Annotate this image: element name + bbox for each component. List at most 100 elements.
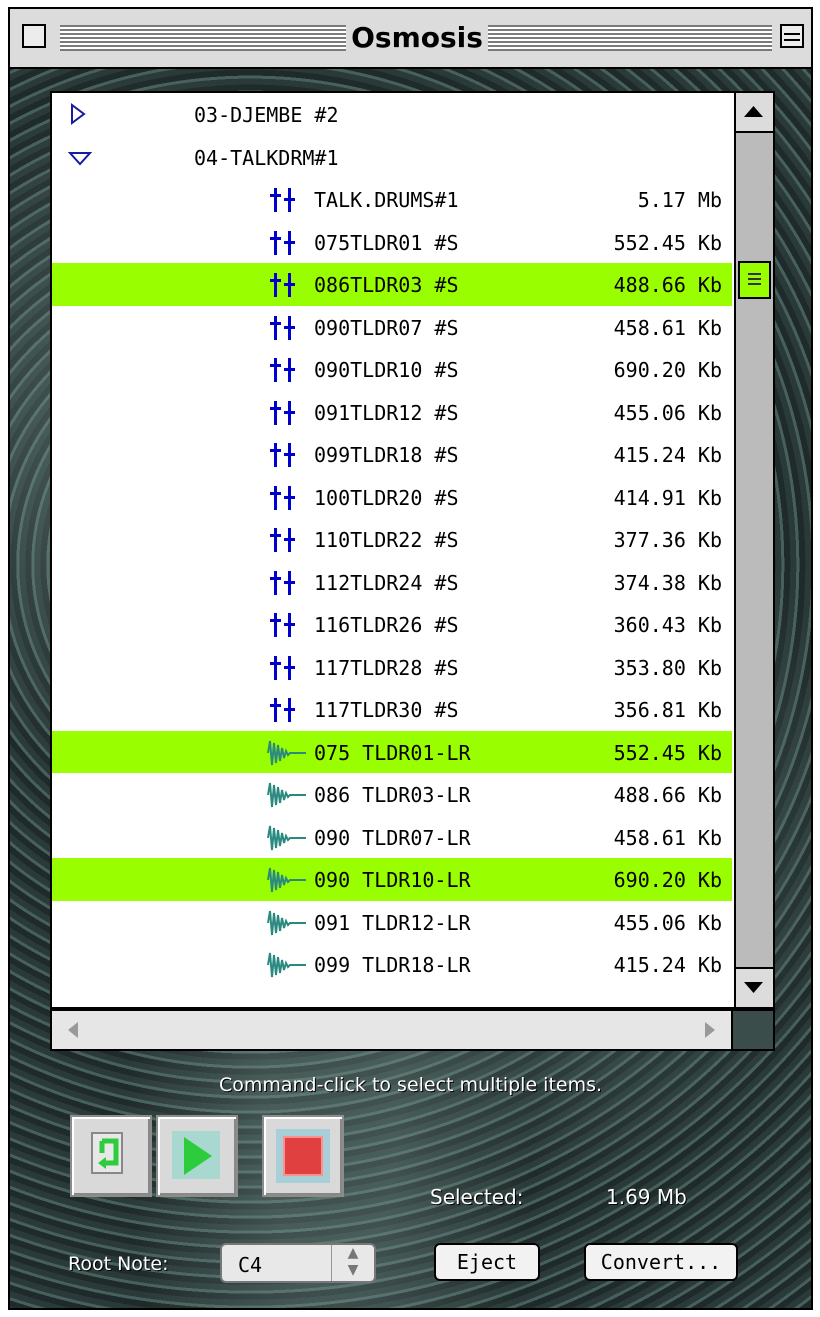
down-arrow-icon	[744, 982, 763, 993]
row-name: 091TLDR12 #S	[314, 400, 459, 425]
list-row[interactable]: 117TLDR28 #S 353.80 Kb	[52, 646, 732, 689]
list-row[interactable]: 086 TLDR03-LR 488.66 Kb	[52, 773, 732, 816]
list-row[interactable]: 090TLDR07 #S 458.61 Kb	[52, 306, 732, 349]
row-size: 488.66 Kb	[613, 783, 722, 807]
row-size: 374.38 Kb	[613, 570, 722, 595]
sample-marker-icon	[270, 315, 295, 340]
row-size: 414.91 Kb	[613, 485, 722, 510]
row-size: 690.20 Kb	[613, 358, 722, 382]
row-size: 5.17 Mb	[637, 188, 722, 212]
sample-marker-icon	[270, 485, 295, 510]
row-name: 090 TLDR10-LR	[314, 868, 471, 892]
sample-marker-icon	[270, 230, 295, 255]
row-name: 075 TLDR01-LR	[314, 740, 471, 765]
list-row[interactable]: 090 TLDR10-LR 690.20 Kb	[52, 858, 732, 901]
waveform-icon	[267, 782, 306, 808]
disclosure-collapsed-icon[interactable]	[68, 103, 94, 125]
scroll-thumb[interactable]	[738, 261, 771, 299]
stop-button[interactable]	[262, 1115, 344, 1197]
list-row[interactable]: 099 TLDR18-LR 415.24 Kb	[52, 943, 732, 986]
waveform-icon	[267, 825, 306, 850]
row-name: 100TLDR20 #S	[314, 485, 459, 510]
row-size: 455.06 Kb	[613, 400, 722, 425]
up-arrow-icon	[744, 106, 763, 117]
root-note-select[interactable]: C4 ▲ ▼	[220, 1243, 376, 1283]
loop-icon	[91, 1132, 123, 1174]
sample-marker-icon	[270, 358, 295, 382]
list-row[interactable]: 099TLDR18 #S 415.24 Kb	[52, 433, 732, 476]
convert-button[interactable]: Convert...	[584, 1243, 738, 1281]
zoom-box-icon[interactable]	[780, 24, 804, 48]
eject-button[interactable]: Eject	[434, 1243, 540, 1281]
title-bar[interactable]: Osmosis	[10, 9, 811, 69]
scroll-up-button[interactable]	[736, 93, 773, 133]
horizontal-scrollbar[interactable]	[50, 1009, 733, 1051]
play-icon	[172, 1131, 220, 1179]
row-name: 075TLDR01 #S	[314, 230, 459, 255]
list-row[interactable]: 091TLDR12 #S 455.06 Kb	[52, 391, 732, 434]
selected-label: Selected:	[430, 1185, 524, 1209]
root-note-value: C4	[238, 1253, 263, 1277]
list-row[interactable]: 086TLDR03 #S 488.66 Kb	[52, 263, 732, 306]
up-down-arrows-icon: ▲ ▼	[331, 1245, 374, 1281]
sample-marker-icon	[270, 613, 295, 637]
list-row[interactable]: 117TLDR30 #S 356.81 Kb	[52, 688, 732, 731]
textured-panel: 03-DJEMBE #2 04-TALKDRM#1 TALK.DRUMS#1 5.17…	[10, 69, 811, 1308]
list-rows: 03-DJEMBE #2 04-TALKDRM#1 TALK.DRUMS#1 5.17…	[52, 93, 732, 986]
row-name: 110TLDR22 #S	[314, 528, 459, 552]
file-list[interactable]: 03-DJEMBE #2 04-TALKDRM#1 TALK.DRUMS#1 5.17…	[50, 91, 775, 1009]
scroll-corner	[733, 1009, 775, 1051]
row-size: 552.45 Kb	[613, 740, 722, 765]
row-name: 090TLDR07 #S	[314, 315, 459, 340]
osmosis-window: Osmosis 03-DJEMBE #2 04-TALKDRM#1 TALK.DRU…	[8, 7, 813, 1310]
row-name: 112TLDR24 #S	[314, 570, 459, 595]
list-row[interactable]: 110TLDR22 #S 377.36 Kb	[52, 518, 732, 561]
row-size: 360.43 Kb	[613, 613, 722, 637]
list-row[interactable]: TALK.DRUMS#1 5.17 Mb	[52, 178, 732, 221]
left-arrow-icon[interactable]	[58, 1011, 88, 1049]
row-size: 377.36 Kb	[613, 528, 722, 552]
window-title: Osmosis	[346, 21, 488, 54]
row-size: 455.06 Kb	[613, 910, 722, 935]
row-size: 458.61 Kb	[613, 825, 722, 850]
right-arrow-icon[interactable]	[695, 1011, 725, 1049]
list-row[interactable]: 03-DJEMBE #2	[52, 93, 732, 136]
list-row[interactable]: 100TLDR20 #S 414.91 Kb	[52, 476, 732, 519]
title-stripes-left	[60, 25, 346, 51]
sample-marker-icon	[270, 400, 295, 425]
row-name: 099 TLDR18-LR	[314, 953, 471, 977]
row-name: 090TLDR10 #S	[314, 358, 459, 382]
row-name: 099TLDR18 #S	[314, 443, 459, 467]
title-stripes-right	[488, 25, 772, 51]
row-name: TALK.DRUMS#1	[314, 188, 459, 212]
sample-marker-icon	[270, 273, 295, 297]
play-button[interactable]	[156, 1115, 238, 1197]
list-row[interactable]: 090TLDR10 #S 690.20 Kb	[52, 348, 732, 391]
row-size: 552.45 Kb	[613, 230, 722, 255]
list-row[interactable]: 075 TLDR01-LR 552.45 Kb	[52, 730, 732, 773]
hint-text: Command-click to select multiple items.	[218, 1074, 603, 1096]
selected-size-value: 1.69 Mb	[606, 1185, 687, 1209]
vertical-scrollbar[interactable]	[734, 93, 773, 1007]
list-row[interactable]: 075TLDR01 #S 552.45 Kb	[52, 221, 732, 264]
waveform-icon	[267, 740, 306, 765]
loop-button[interactable]	[70, 1115, 152, 1197]
list-row[interactable]: 04-TALKDRM#1	[52, 136, 732, 179]
list-row[interactable]: 112TLDR24 #S 374.38 Kb	[52, 561, 732, 604]
scroll-down-button[interactable]	[736, 967, 773, 1007]
waveform-icon	[267, 867, 306, 893]
sample-marker-icon	[270, 528, 295, 552]
sample-marker-icon	[270, 570, 295, 595]
disclosure-expanded-icon[interactable]	[68, 146, 94, 168]
row-name: 086TLDR03 #S	[314, 273, 459, 297]
list-row[interactable]: 090 TLDR07-LR 458.61 Kb	[52, 816, 732, 859]
list-row[interactable]: 091 TLDR12-LR 455.06 Kb	[52, 901, 732, 944]
row-name: 03-DJEMBE #2	[194, 103, 339, 127]
waveform-icon	[267, 910, 306, 935]
row-name: 091 TLDR12-LR	[314, 910, 471, 935]
row-size: 353.80 Kb	[613, 655, 722, 680]
root-note-label: Root Note:	[68, 1253, 169, 1275]
close-box-icon[interactable]	[22, 24, 46, 48]
sample-marker-icon	[270, 698, 295, 722]
list-row[interactable]: 116TLDR26 #S 360.43 Kb	[52, 603, 732, 646]
